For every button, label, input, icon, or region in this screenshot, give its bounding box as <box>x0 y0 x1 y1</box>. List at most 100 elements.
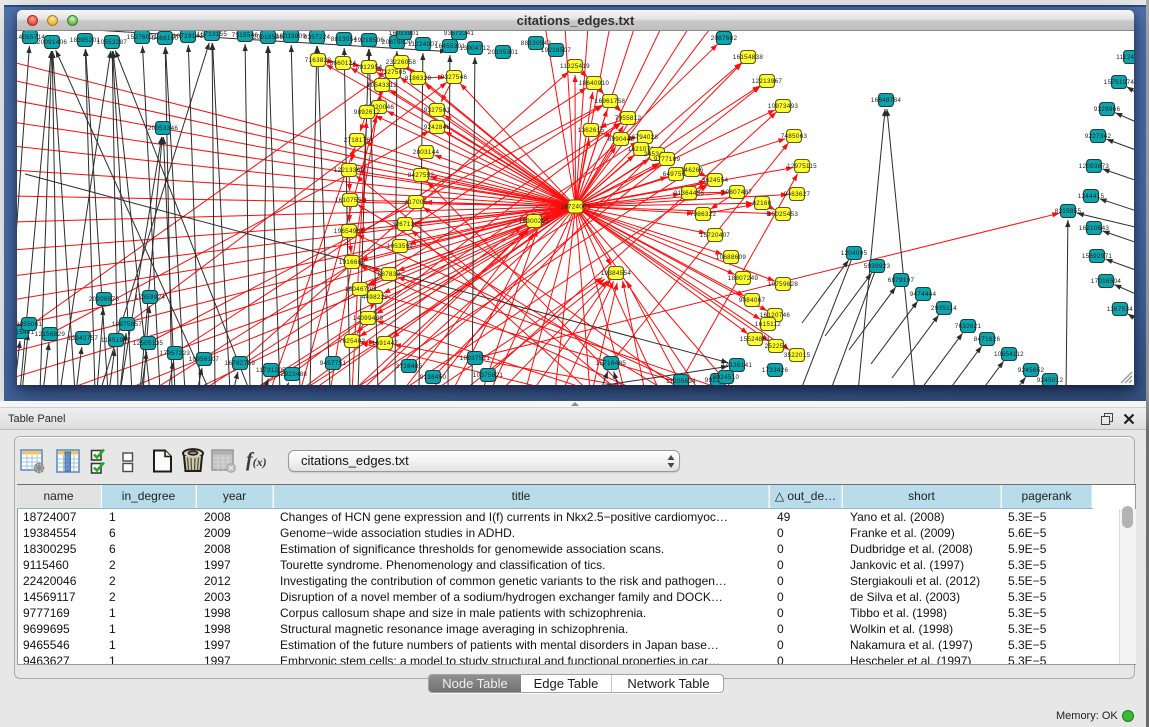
svg-text:6794028: 6794028 <box>632 134 659 141</box>
svg-text:9327505: 9327505 <box>380 69 407 76</box>
svg-text:12975115: 12975115 <box>787 163 817 170</box>
svg-text:9329966: 9329966 <box>1094 106 1121 113</box>
svg-text:7625402: 7625402 <box>339 338 366 345</box>
svg-text:9245012: 9245012 <box>1037 377 1064 384</box>
svg-text:1691447: 1691447 <box>372 340 399 347</box>
svg-text:15751074: 15751074 <box>1104 79 1134 86</box>
svg-text:3267130: 3267130 <box>392 221 419 228</box>
svg-text:9327501: 9327501 <box>424 107 451 114</box>
svg-text:16961758: 16961758 <box>595 98 626 105</box>
svg-text:10807487: 10807487 <box>722 189 753 196</box>
svg-text:10688609: 10688609 <box>716 254 747 261</box>
svg-text:8186328: 8186328 <box>405 75 432 82</box>
svg-text:10958107: 10958107 <box>189 356 220 363</box>
svg-text:1053594: 1053594 <box>387 243 414 250</box>
svg-text:746266: 746266 <box>681 167 704 174</box>
svg-text:1615112: 1615112 <box>755 321 781 328</box>
svg-text:9245652: 9245652 <box>1018 367 1045 374</box>
svg-text:13904712: 13904712 <box>460 45 491 52</box>
svg-text:887833: 887833 <box>378 271 401 278</box>
svg-text:5938923: 5938923 <box>864 263 891 270</box>
svg-text:9463627: 9463627 <box>784 191 811 198</box>
svg-text:18300295: 18300295 <box>519 218 550 225</box>
svg-text:15524861: 15524861 <box>740 336 771 343</box>
svg-text:20053346: 20053346 <box>148 125 179 132</box>
svg-text:16033801: 16033801 <box>389 31 420 37</box>
svg-text:12213369: 12213369 <box>334 167 365 174</box>
svg-text:16154838: 16154838 <box>733 54 764 61</box>
svg-text:2087682: 2087682 <box>711 35 738 42</box>
svg-text:9084067: 9084067 <box>739 297 766 304</box>
svg-text:88130542: 88130542 <box>521 40 552 47</box>
svg-text:12213967: 12213967 <box>752 78 783 85</box>
svg-text:2803144: 2803144 <box>413 149 440 156</box>
svg-text:23226058: 23226058 <box>386 59 417 66</box>
svg-text:1244415: 1244415 <box>1078 193 1105 200</box>
svg-text:19384554: 19384554 <box>601 270 632 277</box>
svg-text:15720407: 15720407 <box>700 232 731 239</box>
svg-text:14136141: 14136141 <box>722 362 753 369</box>
svg-text:19218507: 19218507 <box>541 47 572 54</box>
svg-text:12505135: 12505135 <box>133 340 164 347</box>
svg-text:7632621: 7632621 <box>955 323 982 330</box>
svg-text:9136450: 9136450 <box>420 374 447 381</box>
svg-text:9892612: 9892612 <box>354 109 381 116</box>
svg-text:20091406: 20091406 <box>37 39 68 46</box>
svg-text:252254: 252254 <box>765 343 788 350</box>
svg-text:7485063: 7485063 <box>781 133 808 140</box>
svg-text:3522015: 3522015 <box>784 352 811 359</box>
svg-text:6879197: 6879197 <box>888 277 915 284</box>
svg-text:8990448: 8990448 <box>608 136 635 143</box>
svg-text:16107553: 16107553 <box>335 197 366 204</box>
svg-text:10759628: 10759628 <box>768 281 799 288</box>
svg-text:12923488: 12923488 <box>277 371 308 378</box>
svg-text:19654982: 19654982 <box>334 228 365 235</box>
svg-text:14099489: 14099489 <box>353 315 384 322</box>
svg-text:9227342: 9227342 <box>1085 133 1112 140</box>
svg-text:10553287: 10553287 <box>97 39 128 46</box>
svg-text:8471626: 8471626 <box>974 336 1001 343</box>
svg-text:7163822: 7163822 <box>305 57 332 64</box>
svg-text:1733426: 1733426 <box>762 367 789 374</box>
svg-text:9457751: 9457751 <box>320 360 347 367</box>
svg-text:9474444: 9474444 <box>910 291 937 298</box>
svg-text:8024510: 8024510 <box>713 374 740 381</box>
svg-text:3718485: 3718485 <box>396 363 423 370</box>
svg-text:11451947: 11451947 <box>101 337 131 344</box>
svg-text:10975857: 10975857 <box>112 321 143 328</box>
svg-text:13942757: 13942757 <box>68 335 99 342</box>
svg-text:7986322: 7986322 <box>690 211 717 218</box>
svg-text:10543312: 10543312 <box>367 82 398 89</box>
svg-text:11205634: 11205634 <box>666 378 696 385</box>
svg-text:9357224: 9357224 <box>304 34 331 41</box>
svg-text:9242848: 9242848 <box>424 124 451 131</box>
svg-text:16648784: 16648784 <box>871 97 902 104</box>
svg-text:10973493: 10973493 <box>768 103 799 110</box>
svg-text:16782759: 16782759 <box>225 360 256 367</box>
svg-text:4498222: 4498222 <box>362 294 389 301</box>
svg-text:16033809: 16033809 <box>276 33 307 40</box>
svg-text:16713155: 16713155 <box>197 31 228 38</box>
svg-text:8215955: 8215955 <box>1055 208 1082 215</box>
svg-text:2935114: 2935114 <box>931 305 957 312</box>
svg-text:417006: 417006 <box>405 199 428 206</box>
svg-text:18807249: 18807249 <box>728 275 759 282</box>
svg-text:8660124: 8660124 <box>330 60 357 67</box>
svg-text:1916682: 1916682 <box>339 259 366 266</box>
svg-text:12156829: 12156829 <box>35 331 66 338</box>
svg-text:8427552: 8427552 <box>408 172 435 179</box>
svg-text:9777169: 9777169 <box>654 156 681 163</box>
svg-text:17359924: 17359924 <box>135 294 166 301</box>
svg-text:15716485: 15716485 <box>596 360 627 367</box>
svg-text:93572241: 93572241 <box>444 31 475 37</box>
svg-text:2718176: 2718176 <box>344 137 371 144</box>
svg-text:18640910: 18640910 <box>579 80 610 87</box>
svg-text:17016504: 17016504 <box>1091 278 1122 285</box>
svg-text:11224907: 11224907 <box>408 41 438 48</box>
svg-text:8855061: 8855061 <box>17 321 42 328</box>
svg-text:19218506: 19218506 <box>354 37 385 44</box>
svg-text:12093873: 12093873 <box>1079 163 1110 170</box>
svg-text:62160: 62160 <box>752 200 771 207</box>
svg-text:10937521: 10937521 <box>460 355 491 362</box>
svg-text:9327546: 9327546 <box>441 74 468 81</box>
